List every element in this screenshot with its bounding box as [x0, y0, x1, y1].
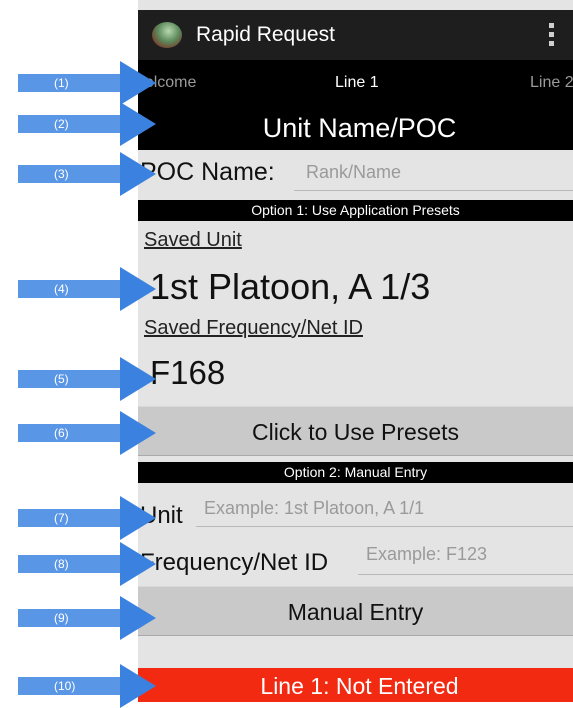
poc-name-label: POC Name: [140, 158, 275, 186]
callout-arrow-icon [120, 357, 156, 401]
callout-arrow-icon [120, 542, 156, 586]
page-title: Unit Name/POC [138, 106, 573, 150]
saved-frequency-label: Saved Frequency/Net ID [144, 317, 363, 339]
poc-row: POC Name: Rank/Name [138, 150, 573, 196]
tab-line-1[interactable]: Line 1 [335, 74, 379, 92]
callout-arrow-icon [120, 496, 156, 540]
unit-input[interactable]: Example: 1st Platoon, A 1/1 [196, 498, 573, 527]
frequency-label: Frequency/Net ID [140, 549, 329, 576]
callout-arrow-icon [120, 152, 156, 196]
manual-entry-button[interactable]: Manual Entry [138, 586, 573, 636]
app-title: Rapid Request [196, 23, 335, 46]
overflow-menu-icon[interactable] [549, 23, 555, 47]
option2-section-header: Option 2: Manual Entry [138, 462, 573, 483]
callout-arrow-icon [120, 411, 156, 455]
saved-frequency-value: F168 [150, 354, 226, 391]
saved-unit-label: Saved Unit [144, 229, 242, 251]
callout-arrow-icon [120, 267, 156, 311]
use-presets-button[interactable]: Click to Use Presets [138, 406, 573, 456]
option1-section-header: Option 1: Use Application Presets [138, 200, 573, 221]
saved-unit-value: 1st Platoon, A 1/3 [150, 266, 431, 307]
poc-name-input[interactable]: Rank/Name [294, 162, 573, 191]
action-bar: Rapid Request [138, 10, 573, 60]
tab-line-2[interactable]: Line 2 [530, 74, 573, 92]
callout-arrow-icon [120, 596, 156, 640]
tab-strip: Welcome Line 1 Line 2 [138, 60, 573, 106]
frequency-input[interactable]: Example: F123 [358, 544, 573, 575]
phone-screen: Rapid Request Welcome Line 1 Line 2 Unit… [138, 0, 573, 702]
callout-arrow-icon [120, 102, 156, 146]
callout-arrow-icon [120, 664, 156, 708]
callout-arrow-icon [120, 61, 156, 105]
status-banner: Line 1: Not Entered [138, 668, 573, 702]
app-globe-icon[interactable] [152, 22, 182, 48]
